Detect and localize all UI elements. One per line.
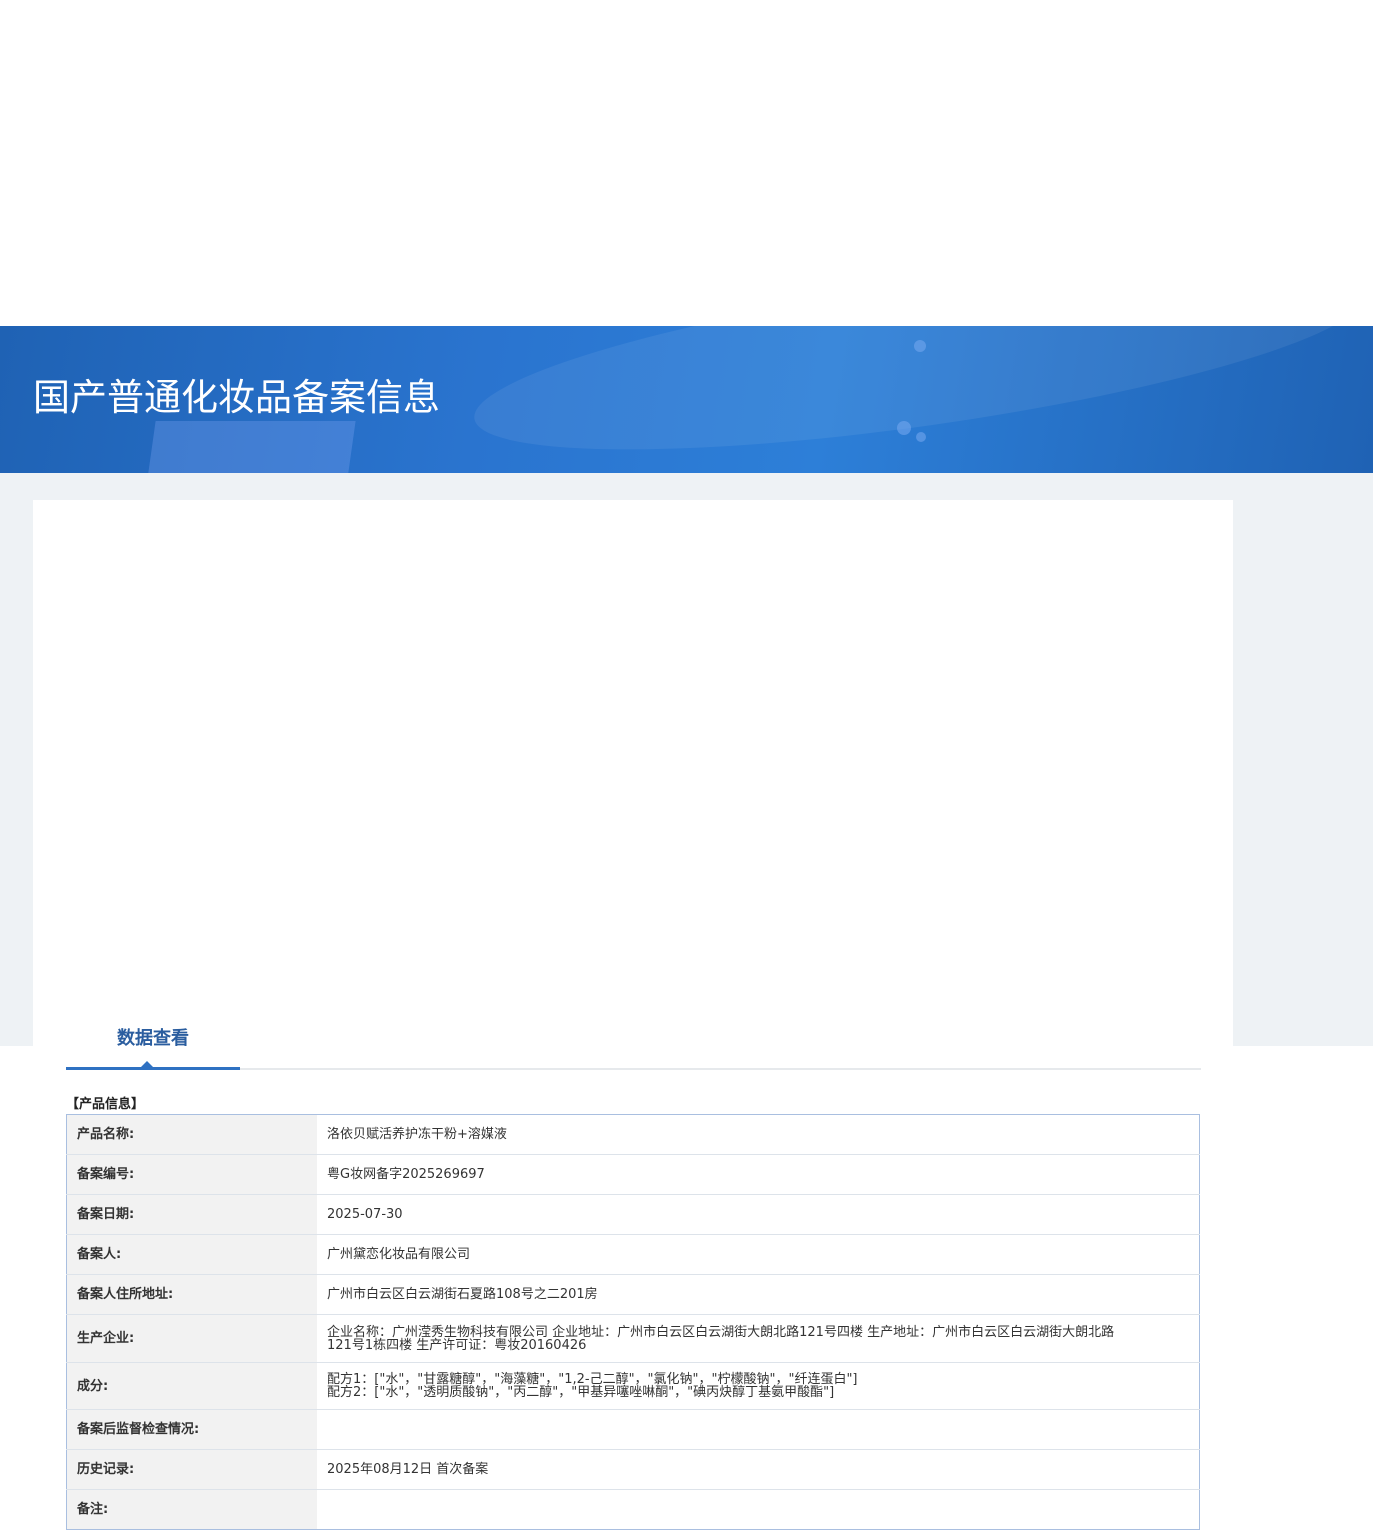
table-row: 备案人: 广州黛恋化妆品有限公司 xyxy=(66,1234,1200,1275)
table-row: 成分: 配方1：["水"，"甘露糖醇"，"海藻糖"，"1,2-己二醇"，"氯化钠… xyxy=(66,1362,1200,1410)
tab-data-view[interactable]: 数据查看 xyxy=(66,1024,240,1054)
table-row: 备案编号: 粤G妆网备字2025269697 xyxy=(66,1154,1200,1195)
manufacturer-line: 121号1栋四楼 生产许可证：粤妆20160426 xyxy=(327,1337,587,1353)
page-title: 国产普通化妆品备案信息 xyxy=(33,376,440,419)
manufacturer-line: 企业名称：广州滢秀生物科技有限公司 企业地址：广州市白云区白云湖街大朗北路121… xyxy=(327,1324,1115,1340)
row-value-inspection xyxy=(317,1409,1200,1450)
row-label-filing-date: 备案日期: xyxy=(66,1194,317,1235)
row-value-manufacturer: 企业名称：广州滢秀生物科技有限公司 企业地址：广州市白云区白云湖街大朗北路121… xyxy=(317,1314,1200,1363)
row-value-filing-date: 2025-07-30 xyxy=(317,1194,1200,1235)
row-value-registrant: 广州黛恋化妆品有限公司 xyxy=(317,1234,1200,1275)
row-label-history: 历史记录: xyxy=(66,1449,317,1490)
table-row: 备案后监督检查情况: xyxy=(66,1409,1200,1450)
row-label-filing-number: 备案编号: xyxy=(66,1154,317,1195)
row-label-inspection: 备案后监督检查情况: xyxy=(66,1409,317,1450)
row-label-registrant: 备案人: xyxy=(66,1234,317,1275)
row-label-product-name: 产品名称: xyxy=(66,1114,317,1155)
tab-active-indicator xyxy=(66,1067,240,1070)
row-value-ingredients: 配方1：["水"，"甘露糖醇"，"海藻糖"，"1,2-己二醇"，"氯化钠"，"柠… xyxy=(317,1362,1200,1410)
table-row: 产品名称: 洛依贝赋活养护冻干粉+溶媒液 xyxy=(66,1114,1200,1155)
ingredients-line: 配方2：["水"，"透明质酸钠"，"丙二醇"，"甲基异噻唑啉酮"，"碘丙炔醇丁基… xyxy=(327,1385,835,1400)
row-label-registrant-address: 备案人住所地址: xyxy=(66,1274,317,1315)
row-value-filing-number: 粤G妆网备字2025269697 xyxy=(317,1154,1200,1195)
banner-decoration xyxy=(916,432,926,442)
row-value-history: 2025年08月12日 首次备案 xyxy=(317,1449,1200,1490)
detail-card: 数据查看 【产品信息】 产品名称: 洛依贝赋活养护冻干粉+溶媒液 备案编号: 粤… xyxy=(33,500,1233,1530)
section-title: 【产品信息】 xyxy=(66,1097,145,1112)
row-value-remarks xyxy=(317,1490,1200,1530)
table-row: 备案人住所地址: 广州市白云区白云湖街石夏路108号之二201房 xyxy=(66,1274,1200,1315)
row-label-remarks: 备注: xyxy=(66,1489,317,1530)
product-info-table: 产品名称: 洛依贝赋活养护冻干粉+溶媒液 备案编号: 粤G妆网备字2025269… xyxy=(66,1114,1200,1530)
table-row: 历史记录: 2025年08月12日 首次备案 xyxy=(66,1449,1200,1490)
row-label-manufacturer: 生产企业: xyxy=(66,1314,317,1363)
row-value-product-name: 洛依贝赋活养护冻干粉+溶媒液 xyxy=(317,1114,1200,1155)
row-label-ingredients: 成分: xyxy=(66,1362,317,1410)
row-value-registrant-address: 广州市白云区白云湖街石夏路108号之二201房 xyxy=(317,1274,1200,1315)
table-row: 备案日期: 2025-07-30 xyxy=(66,1194,1200,1235)
page-banner: 国产普通化妆品备案信息 xyxy=(0,326,1373,473)
banner-decoration xyxy=(914,340,926,352)
banner-decoration xyxy=(144,421,356,473)
tab-caret-icon xyxy=(141,1061,153,1067)
ingredients-line: 配方1：["水"，"甘露糖醇"，"海藻糖"，"1,2-己二醇"，"氯化钠"，"柠… xyxy=(327,1372,858,1387)
table-row: 生产企业: 企业名称：广州滢秀生物科技有限公司 企业地址：广州市白云区白云湖街大… xyxy=(66,1314,1200,1363)
table-row: 备注: xyxy=(66,1489,1200,1530)
banner-decoration xyxy=(897,421,911,435)
